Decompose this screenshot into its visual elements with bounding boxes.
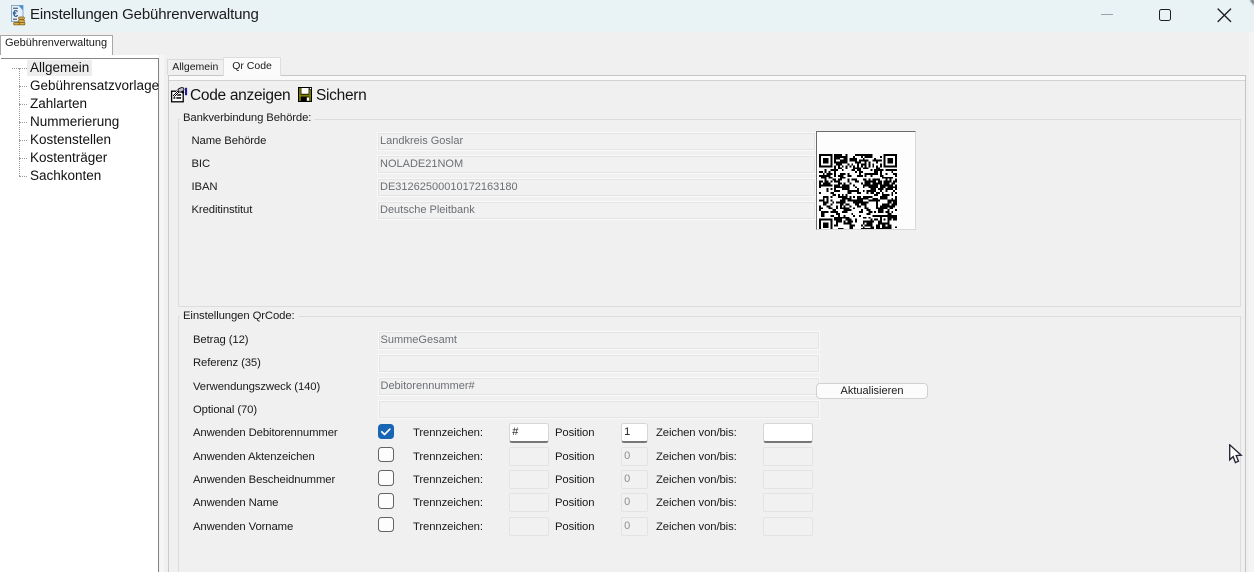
svg-text:€: € [13,9,19,20]
